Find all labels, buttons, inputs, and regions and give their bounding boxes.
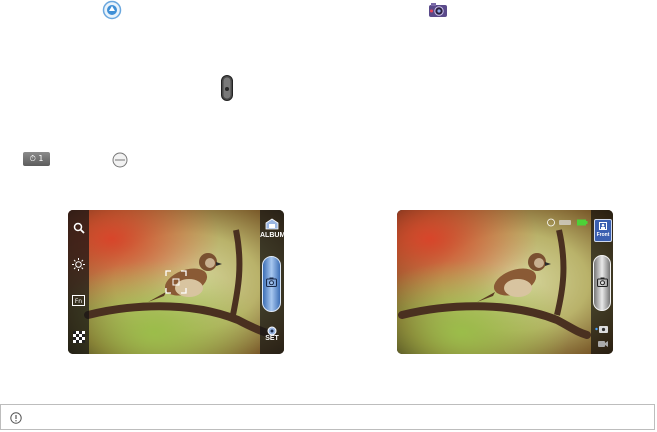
front-camera-button[interactable]: Front <box>594 219 612 242</box>
focus-mode-icon[interactable]: Fn <box>70 292 87 309</box>
brightness-icon[interactable] <box>70 256 87 273</box>
camera-preview-settings: Fn ALBUM SET <box>68 210 284 354</box>
zoom-circle-icon <box>112 152 128 168</box>
front-label: Front <box>596 232 610 238</box>
quality-icon[interactable] <box>70 328 87 345</box>
camera-app-icon <box>428 2 448 18</box>
status-icons <box>547 214 589 232</box>
left-settings-panel: Fn <box>68 210 89 354</box>
right-control-panel: ALBUM SET <box>260 210 284 354</box>
video-mode-icon[interactable] <box>595 336 609 354</box>
right-control-panel-2: Front <box>591 210 613 354</box>
info-icon <box>10 411 22 424</box>
set-label: SET <box>265 335 279 342</box>
shutter-button[interactable] <box>262 256 281 312</box>
shutter-button-2[interactable] <box>593 255 611 311</box>
focus-frame <box>165 270 187 294</box>
album-label: ALBUM <box>260 232 284 239</box>
self-timer-icon: ⏱ 1 <box>23 152 50 166</box>
camera-switch-icon <box>102 0 122 20</box>
zoom-icon[interactable] <box>70 219 87 236</box>
camera-preview-clean: Front <box>397 210 613 354</box>
svg-text:Fn: Fn <box>75 298 82 305</box>
note-box <box>0 404 655 430</box>
mode-toggle-icon <box>221 75 233 101</box>
